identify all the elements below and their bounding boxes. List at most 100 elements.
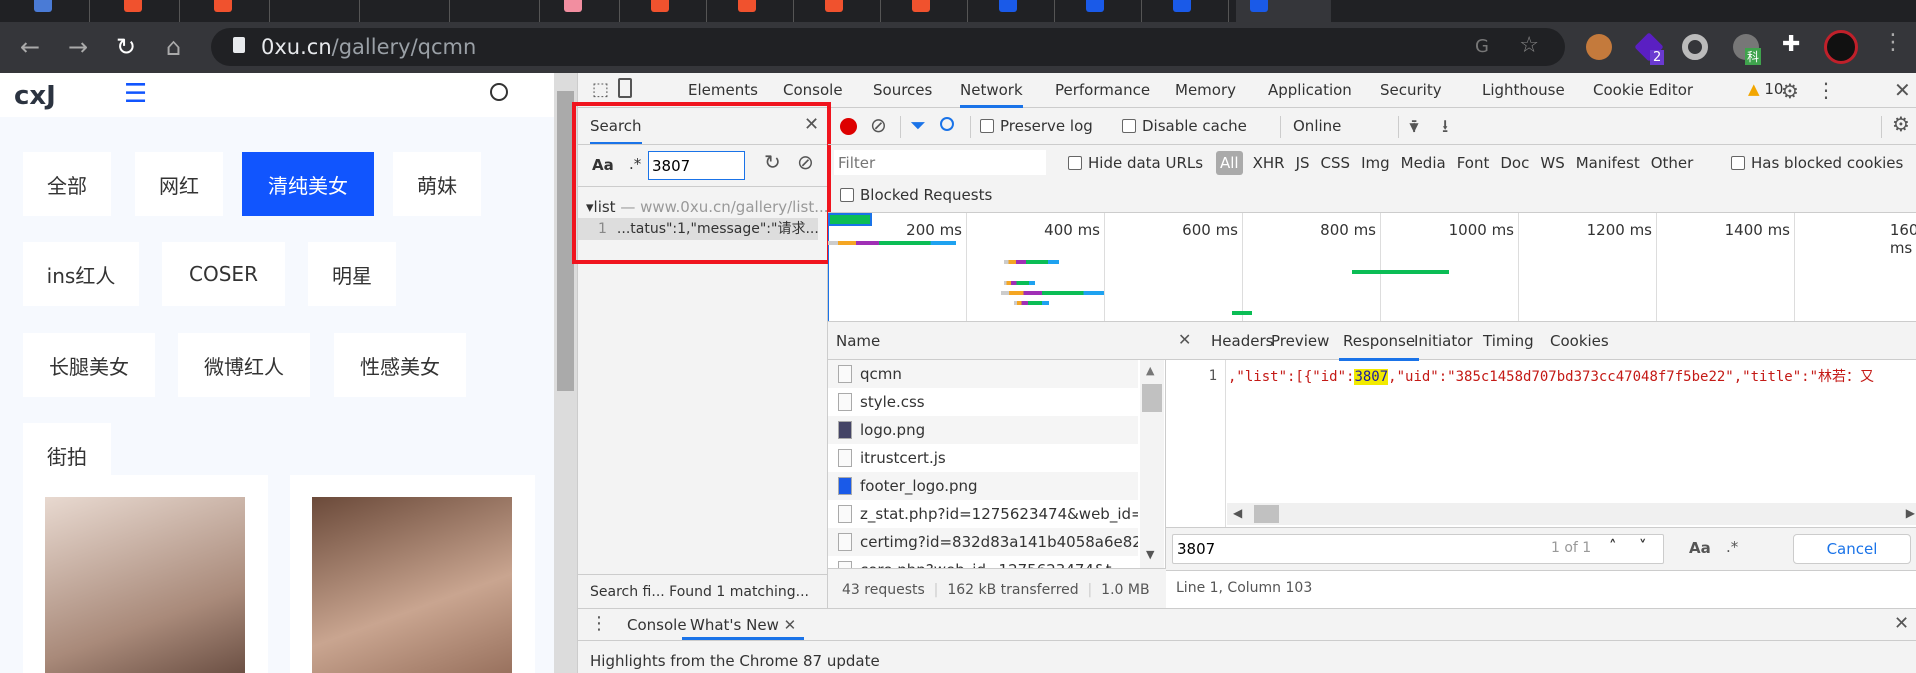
search-icon[interactable] bbox=[490, 83, 508, 101]
search-result-file[interactable]: ▾list — www.0xu.cn/gallery/list... bbox=[586, 198, 829, 216]
category-1[interactable]: 网红 bbox=[135, 152, 223, 216]
tab-cookie-editor[interactable]: Cookie Editor bbox=[1593, 81, 1693, 99]
cookie-extension-icon[interactable] bbox=[1586, 34, 1612, 60]
tab-memory[interactable]: Memory bbox=[1175, 81, 1236, 99]
close-tab-icon[interactable]: ✕ bbox=[784, 616, 797, 634]
browser-tab[interactable] bbox=[550, 0, 620, 22]
browser-tab[interactable] bbox=[898, 0, 968, 22]
tab-network[interactable]: Network bbox=[960, 81, 1023, 108]
browser-tab[interactable] bbox=[200, 0, 270, 22]
close-search-icon[interactable]: ✕ bbox=[804, 114, 819, 135]
record-icon[interactable] bbox=[840, 118, 857, 135]
gallery-card[interactable] bbox=[290, 475, 535, 673]
cancel-find-button[interactable]: Cancel bbox=[1793, 534, 1911, 564]
horizontal-scrollbar[interactable]: ◀ ▶ bbox=[1227, 503, 1916, 525]
scroll-right-icon[interactable]: ▶ bbox=[1906, 506, 1915, 520]
category-5[interactable]: COSER bbox=[162, 242, 285, 306]
browser-tab[interactable] bbox=[20, 0, 90, 22]
type-filter-ws[interactable]: WS bbox=[1540, 154, 1564, 172]
browser-tab[interactable] bbox=[985, 0, 1055, 22]
request-row[interactable]: certimg?id=832d83a141b4058a6e82bc bbox=[828, 528, 1138, 556]
type-filter-media[interactable]: Media bbox=[1401, 154, 1446, 172]
throttling-select[interactable]: Online ▼ bbox=[1293, 117, 1419, 135]
tab-console[interactable]: Console bbox=[783, 81, 843, 99]
puzzle-extensions-icon[interactable]: ✚ bbox=[1782, 32, 1800, 57]
name-column-header[interactable]: Name bbox=[828, 322, 1166, 360]
detail-tab-preview[interactable]: Preview bbox=[1271, 332, 1329, 350]
drawer-menu-icon[interactable]: ⋮ bbox=[590, 613, 608, 634]
scroll-left-icon[interactable]: ◀ bbox=[1233, 506, 1242, 520]
tab-lighthouse[interactable]: Lighthouse bbox=[1482, 81, 1565, 99]
tab-performance[interactable]: Performance bbox=[1055, 81, 1150, 99]
browser-tab[interactable] bbox=[470, 0, 540, 22]
detail-tab-timing[interactable]: Timing bbox=[1483, 332, 1534, 350]
type-filter-other[interactable]: Other bbox=[1651, 154, 1694, 172]
type-filter-doc[interactable]: Doc bbox=[1500, 154, 1529, 172]
scrollbar-thumb[interactable] bbox=[1254, 505, 1279, 523]
category-6[interactable]: 明星 bbox=[308, 242, 396, 306]
disable-cache-checkbox[interactable]: Disable cache bbox=[1122, 117, 1247, 135]
browser-tab[interactable] bbox=[637, 0, 707, 22]
import-har-icon[interactable]: ⭱ bbox=[1411, 114, 1417, 144]
request-row[interactable]: logo.png bbox=[828, 416, 1138, 444]
drawer-tab-console[interactable]: Console bbox=[627, 616, 687, 634]
detail-tab-initiator[interactable]: Initiator bbox=[1414, 332, 1473, 350]
search-input[interactable] bbox=[648, 151, 745, 180]
type-filter-js[interactable]: JS bbox=[1296, 154, 1310, 172]
drawer-tab-whats-new[interactable]: What's New ✕ bbox=[682, 609, 805, 640]
scroll-up-icon[interactable]: ▲ bbox=[1146, 364, 1154, 377]
settings-gear-icon[interactable]: ⚙ bbox=[1781, 79, 1799, 103]
scroll-down-icon[interactable]: ▼ bbox=[1146, 548, 1154, 561]
category-3[interactable]: 萌妹 bbox=[393, 152, 481, 216]
close-detail-icon[interactable]: ✕ bbox=[1178, 330, 1191, 349]
gallery-card[interactable] bbox=[23, 475, 268, 673]
browser-tab-active[interactable] bbox=[1236, 0, 1331, 22]
tab-sources[interactable]: Sources bbox=[873, 81, 932, 99]
browser-tab[interactable] bbox=[1159, 0, 1229, 22]
hide-data-urls-checkbox[interactable]: Hide data URLs bbox=[1068, 154, 1203, 172]
type-filter-xhr[interactable]: XHR bbox=[1253, 154, 1285, 172]
browser-tab[interactable] bbox=[290, 0, 360, 22]
find-previous-icon[interactable]: ˄ bbox=[1609, 537, 1617, 555]
clear-search-icon[interactable]: ⊘ bbox=[797, 150, 814, 174]
clear-icon[interactable]: ⊘ bbox=[870, 113, 887, 137]
scrollbar-thumb[interactable] bbox=[1142, 384, 1162, 412]
type-filter-all[interactable]: All bbox=[1216, 151, 1243, 175]
request-row[interactable]: core.php?web_id=1275623474&t=... bbox=[828, 556, 1138, 568]
search-icon[interactable] bbox=[940, 117, 954, 131]
search-tab[interactable]: Search bbox=[590, 117, 642, 144]
tab-application[interactable]: Application bbox=[1268, 81, 1352, 99]
warnings-counter[interactable]: ▲ 10 bbox=[1748, 80, 1783, 98]
bookmark-star-icon[interactable]: ☆ bbox=[1519, 33, 1539, 58]
close-devtools-icon[interactable]: ✕ bbox=[1894, 78, 1911, 102]
blocked-requests-checkbox[interactable]: Blocked Requests bbox=[840, 186, 992, 204]
has-blocked-cookies-checkbox[interactable]: Has blocked cookies bbox=[1731, 154, 1903, 172]
category-2[interactable]: 清纯美女 bbox=[242, 152, 374, 216]
circle-extension-icon[interactable] bbox=[1682, 34, 1708, 60]
browser-tab[interactable] bbox=[724, 0, 794, 22]
preserve-log-checkbox[interactable]: Preserve log bbox=[980, 117, 1093, 135]
network-settings-icon[interactable]: ⚙ bbox=[1892, 112, 1910, 136]
translate-icon[interactable]: G bbox=[1475, 36, 1489, 57]
back-icon[interactable]: ← bbox=[20, 32, 40, 62]
response-body[interactable]: ,"list":[{"id":3807,"uid":"385c1458d707b… bbox=[1228, 366, 1874, 386]
close-drawer-icon[interactable]: ✕ bbox=[1894, 613, 1909, 634]
request-list-scrollbar[interactable]: ▲ ▼ bbox=[1140, 360, 1164, 568]
network-overview-timeline[interactable]: 200 ms 400 ms 600 ms 800 ms 1000 ms 1200 ms 14… bbox=[828, 212, 1916, 322]
site-logo[interactable]: cxJ bbox=[14, 81, 56, 111]
detail-tab-headers[interactable]: Headers bbox=[1211, 332, 1273, 350]
export-har-icon[interactable]: ⭳ bbox=[1442, 114, 1448, 144]
request-row[interactable]: style.css bbox=[828, 388, 1138, 416]
browser-tab[interactable] bbox=[1072, 0, 1142, 22]
page-scrollbar[interactable] bbox=[554, 73, 577, 673]
more-options-icon[interactable]: ⋮ bbox=[1816, 78, 1836, 102]
tab-elements[interactable]: Elements bbox=[688, 81, 758, 99]
type-filter-img[interactable]: Img bbox=[1361, 154, 1390, 172]
filter-icon[interactable]: ⏷ bbox=[910, 113, 926, 137]
forward-icon[interactable]: → bbox=[68, 32, 88, 62]
reload-icon[interactable]: ↻ bbox=[116, 32, 136, 62]
find-regex-toggle[interactable]: .* bbox=[1726, 538, 1738, 556]
category-0[interactable]: 全部 bbox=[23, 152, 111, 216]
browser-tab[interactable] bbox=[110, 0, 180, 22]
device-toolbar-icon[interactable] bbox=[618, 78, 632, 98]
